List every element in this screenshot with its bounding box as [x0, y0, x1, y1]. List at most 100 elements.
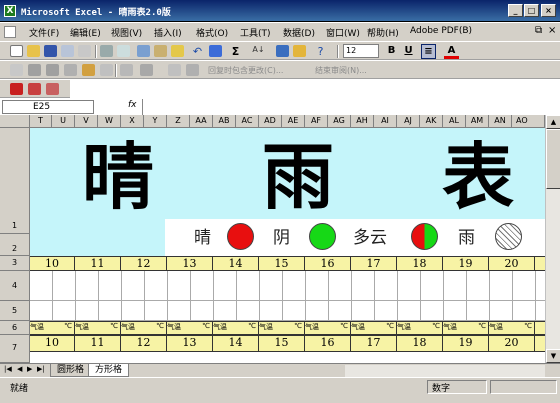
column-header[interactable]: AF — [305, 115, 328, 128]
temperature-cell[interactable]: 气温 ℃ — [397, 322, 443, 334]
track-changes-icon[interactable] — [120, 64, 133, 76]
doc-close-button[interactable]: × — [548, 25, 556, 36]
name-box[interactable]: E25 — [2, 100, 94, 114]
sort-ascending-icon[interactable]: A↓ — [252, 45, 265, 57]
menu-tools[interactable]: 工具(T) — [240, 26, 271, 39]
show-comment-icon[interactable] — [64, 64, 77, 76]
date-cell[interactable]: 20 — [489, 257, 535, 270]
previous-comment-icon[interactable] — [28, 64, 41, 76]
row-header[interactable]: 1 — [0, 128, 30, 234]
temperature-cell[interactable]: 气温 ℃ — [213, 322, 259, 334]
underline-button[interactable]: U — [401, 44, 416, 59]
menu-view[interactable]: 视图(V) — [111, 26, 142, 39]
column-header[interactable]: T — [30, 115, 52, 128]
menu-edit[interactable]: 编辑(E) — [70, 26, 101, 39]
scroll-thumb[interactable] — [546, 129, 560, 189]
date-cell[interactable]: 18 — [397, 336, 443, 351]
doc-restore-button[interactable]: ⧉ — [535, 25, 542, 36]
align-center-button[interactable]: ≡ — [421, 44, 436, 59]
date-cell[interactable]: 16 — [305, 257, 351, 270]
temperature-cell[interactable]: 气温 ℃ — [121, 322, 167, 334]
column-header[interactable]: AC — [236, 115, 259, 128]
temperature-cell[interactable]: 气温 ℃ — [259, 322, 305, 334]
row-header[interactable]: 2 — [0, 234, 30, 256]
temperature-cell[interactable]: 气温 ℃ — [489, 322, 535, 334]
autosum-icon[interactable]: Σ — [229, 45, 242, 58]
date-cell[interactable]: 12 — [121, 336, 167, 351]
temperature-cell[interactable]: 气温 ℃ — [30, 322, 75, 334]
date-cell[interactable]: 14 — [213, 257, 259, 270]
last-sheet-button[interactable]: ▶| — [37, 365, 45, 373]
new-icon[interactable] — [10, 45, 23, 57]
date-cell[interactable]: 14 — [213, 336, 259, 351]
reply-with-changes-button[interactable]: 回复时包含更改(C)... — [208, 65, 283, 76]
date-cell[interactable]: 13 — [167, 257, 213, 270]
chart-wizard-icon[interactable] — [276, 45, 289, 57]
column-header[interactable]: AD — [259, 115, 282, 128]
row-header[interactable]: 3 — [0, 256, 30, 271]
copy-icon[interactable] — [137, 45, 150, 57]
next-comment-icon[interactable] — [46, 64, 59, 76]
row-header[interactable]: 4 — [0, 271, 30, 301]
column-header[interactable]: AK — [420, 115, 443, 128]
worksheet[interactable]: T U V W X Y Z AA AB AC AD AE AF AG AH AI… — [0, 115, 560, 363]
temperature-cell[interactable]: 气温 ℃ — [75, 322, 121, 334]
horizontal-scrollbar[interactable] — [345, 365, 545, 377]
insert-function-icon[interactable]: fx — [128, 100, 137, 110]
select-all-corner[interactable] — [0, 115, 30, 128]
drawing-icon[interactable] — [293, 45, 306, 57]
date-cell[interactable]: 18 — [397, 257, 443, 270]
mail-recipient-icon[interactable] — [186, 64, 199, 76]
column-header[interactable]: AE — [282, 115, 305, 128]
highlight-icon[interactable] — [82, 64, 95, 76]
date-cell[interactable]: 13 — [167, 336, 213, 351]
email-icon[interactable] — [78, 45, 91, 57]
temperature-cell[interactable]: 气温 ℃ — [167, 322, 213, 334]
column-header[interactable]: AL — [443, 115, 466, 128]
excel-app-icon[interactable]: X — [4, 5, 16, 17]
print-icon[interactable] — [100, 45, 113, 57]
menu-window[interactable]: 窗口(W) — [326, 26, 360, 39]
column-header[interactable]: AA — [190, 115, 213, 128]
font-color-button[interactable]: A — [444, 44, 459, 59]
menu-insert[interactable]: 插入(I) — [154, 26, 182, 39]
date-cell[interactable]: 17 — [351, 257, 397, 270]
print-preview-icon[interactable] — [117, 45, 130, 57]
vertical-scrollbar[interactable]: ▲ ▼ — [545, 115, 560, 363]
column-header[interactable]: AG — [328, 115, 351, 128]
font-size-select[interactable]: 12 — [343, 44, 379, 58]
new-comment-icon[interactable] — [10, 64, 23, 76]
undo-icon[interactable]: ↶ — [191, 45, 204, 58]
next-sheet-button[interactable]: ▶ — [27, 365, 32, 373]
date-cell[interactable]: 19 — [443, 257, 489, 270]
bold-button[interactable]: B — [384, 44, 399, 59]
date-cell[interactable]: 17 — [351, 336, 397, 351]
column-header[interactable]: AI — [374, 115, 397, 128]
date-cell[interactable]: 10 — [30, 257, 75, 270]
column-header[interactable]: V — [75, 115, 98, 128]
column-header[interactable]: Z — [167, 115, 190, 128]
sheet-tab-square-grid[interactable]: 方形格 — [88, 364, 130, 377]
row-header[interactable]: 5 — [0, 301, 30, 321]
end-review-button[interactable]: 结束审阅(N)... — [315, 65, 367, 76]
permission-icon[interactable] — [61, 45, 74, 57]
help-icon[interactable]: ? — [314, 45, 327, 58]
row-header[interactable]: 7 — [0, 335, 30, 363]
prev-sheet-button[interactable]: ◀ — [17, 365, 22, 373]
column-header[interactable]: AO — [512, 115, 545, 128]
menu-help[interactable]: 帮助(H) — [367, 26, 399, 39]
save-icon[interactable] — [44, 45, 57, 57]
column-header[interactable]: W — [98, 115, 121, 128]
scroll-up-button[interactable]: ▲ — [546, 115, 560, 129]
temperature-cell[interactable]: 气温 ℃ — [443, 322, 489, 334]
date-cell[interactable]: 16 — [305, 336, 351, 351]
reject-change-icon[interactable] — [168, 64, 181, 76]
sheet-tab-round-grid[interactable]: 圆形格 — [50, 364, 92, 377]
minimize-button[interactable]: _ — [508, 4, 523, 17]
paste-icon[interactable] — [154, 45, 167, 57]
column-header[interactable]: AN — [489, 115, 512, 128]
format-painter-icon[interactable] — [171, 45, 184, 57]
column-header[interactable]: AJ — [397, 115, 420, 128]
convert-to-pdf-icon[interactable] — [10, 83, 23, 95]
date-cell[interactable]: 12 — [121, 257, 167, 270]
